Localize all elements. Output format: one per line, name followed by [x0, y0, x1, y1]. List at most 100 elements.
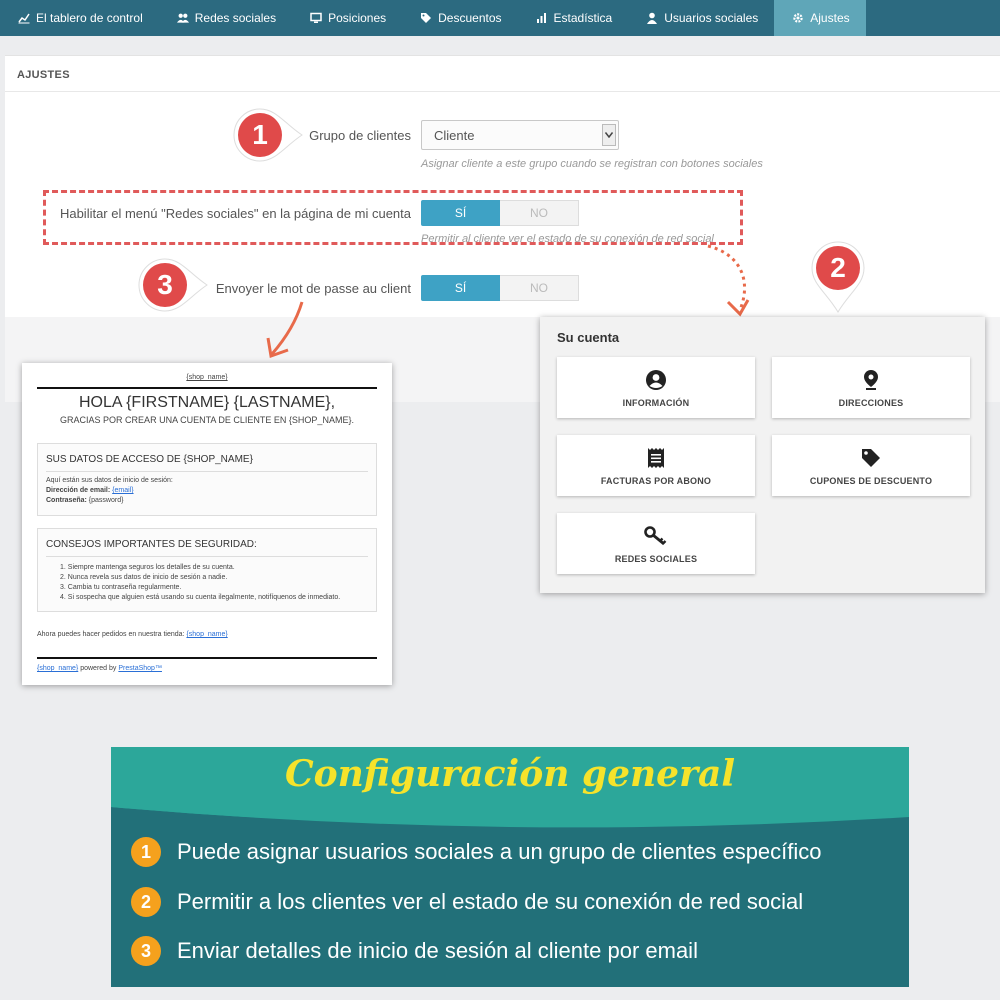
customer-group-label: Grupo de clientes [309, 128, 411, 143]
nav-label: Estadística [553, 11, 613, 25]
customer-group-select[interactable]: Cliente [421, 120, 619, 150]
nav-item-discounts[interactable]: Descuentos [402, 0, 517, 36]
gear-icon [792, 12, 804, 24]
chart-line-icon [18, 12, 30, 24]
order-line: Ahora puedes hacer pedidos en nuestra ti… [37, 631, 228, 638]
prestashop-link[interactable]: PrestaShop™ [118, 665, 162, 672]
tile-label: FACTURAS POR ABONO [600, 475, 712, 486]
nav-item-statistics[interactable]: Estadística [518, 0, 629, 36]
top-nav: El tablero de control Redes sociales Pos… [0, 0, 1000, 36]
badge-three-number: 3 [157, 269, 173, 300]
feature-banner: Configuración general 1 Puede asignar us… [111, 747, 909, 987]
customer-group-value: Cliente [434, 128, 475, 143]
nav-label: Descuentos [438, 11, 502, 25]
feature-item: 3 Enviar detalles de inicio de sesión al… [131, 936, 698, 966]
customer-group-help: Asignar cliente a este grupo cuando se r… [421, 158, 763, 170]
nav-label: Posiciones [328, 11, 387, 25]
nav-label: Redes sociales [194, 11, 277, 25]
feature-text: Permitir a los clientes ver el estado de… [177, 889, 804, 914]
security-tip: 4. Si sospecha que alguien está usando s… [60, 594, 341, 601]
password-line: Contraseña: {password} [46, 497, 123, 504]
feature-item: 1 Puede asignar usuarios sociales a un g… [131, 837, 822, 867]
email-bottom-rule [37, 657, 377, 659]
toggle-no[interactable]: NO [500, 200, 579, 226]
tile-label: INFORMACIÓN [622, 397, 690, 408]
email-security-box: CONSEJOS IMPORTANTES DE SEGURIDAD: 1. Si… [37, 528, 377, 612]
social-menu-toggle[interactable]: SÍ NO [421, 200, 579, 226]
nav-item-settings[interactable]: Ajustes [774, 0, 866, 36]
password-label: Contraseña: [46, 497, 87, 504]
banner-title: Configuración general [284, 753, 736, 795]
security-tip: 3. Cambia tu contraseña regularmente. [60, 584, 182, 591]
email-shop-link[interactable]: {shop_name} [22, 374, 392, 381]
security-tip: 1. Siempre mantenga seguros los detalles… [60, 564, 235, 571]
badge-two-number: 2 [830, 252, 846, 283]
email-preview: {shop_name} HOLA {FIRSTNAME} {LASTNAME},… [22, 363, 392, 685]
badge-two: 2 [810, 240, 866, 314]
feature-text: Enviar detalles de inicio de sesión al c… [177, 938, 698, 963]
nav-label: El tablero de control [36, 11, 143, 25]
feature-number: 3 [131, 936, 161, 966]
feature-item: 2 Permitir a los clientes ver el estado … [131, 887, 803, 917]
login-box-title: SUS DATOS DE ACCESO DE {SHOP_NAME} [46, 454, 253, 465]
tag-icon [420, 12, 432, 24]
toggle-yes[interactable]: SÍ [421, 275, 500, 301]
users-icon [176, 12, 189, 24]
toggle-no[interactable]: NO [500, 275, 579, 301]
key-icon [644, 524, 668, 548]
email-greeting: HOLA {FIRSTNAME} {LASTNAME}, [78, 394, 336, 411]
map-pin-icon [862, 368, 880, 392]
dotted-arrow-icon [707, 244, 750, 317]
tile-addresses[interactable]: DIRECCIONES [772, 357, 970, 418]
receipt-icon [647, 446, 665, 470]
powered-text: powered by [80, 665, 117, 672]
user-icon [646, 12, 658, 24]
tile-label: CUPONES DE DESCUENTO [809, 475, 933, 486]
nav-item-social-networks[interactable]: Redes sociales [159, 0, 292, 36]
security-box-title: CONSEJOS IMPORTANTES DE SEGURIDAD: [46, 539, 257, 550]
social-menu-label: Habilitar el menú "Redes sociales" en la… [59, 206, 411, 221]
email-label: Dirección de email: [46, 487, 111, 494]
email-login-box: SUS DATOS DE ACCESO DE {SHOP_NAME} Aquí … [37, 443, 377, 516]
powered-line: {shop_name} powered by PrestaShop™ [37, 665, 162, 672]
password-value: {password} [88, 497, 124, 504]
login-intro: Aquí están sus datos de inicio de sesión… [46, 477, 173, 484]
nav-item-social-users[interactable]: Usuarios sociales [628, 0, 774, 36]
monitor-icon [310, 12, 322, 24]
badge-one: 1 [232, 107, 304, 163]
tile-label: REDES SOCIALES [614, 553, 698, 564]
arrow-down-left-icon [266, 301, 304, 359]
feature-number: 2 [131, 887, 161, 917]
nav-item-dashboard[interactable]: El tablero de control [0, 0, 159, 36]
nav-label: Ajustes [810, 11, 850, 25]
order-text: Ahora puedes hacer pedidos en nuestra ti… [37, 631, 185, 638]
toggle-yes[interactable]: SÍ [421, 200, 500, 226]
user-circle-icon [645, 368, 667, 392]
banner-wave [111, 797, 909, 837]
badge-one-number: 1 [252, 119, 268, 150]
tile-credit-slips[interactable]: FACTURAS POR ABONO [557, 435, 755, 496]
email-top-rule [37, 387, 377, 389]
bar-chart-icon [536, 12, 548, 24]
feature-text: Puede asignar usuarios sociales a un gru… [177, 839, 822, 864]
tile-information[interactable]: INFORMACIÓN [557, 357, 755, 418]
email-value-link[interactable]: {email} [112, 487, 133, 494]
tile-social-networks[interactable]: REDES SOCIALES [557, 513, 755, 574]
tile-vouchers[interactable]: CUPONES DE DESCUENTO [772, 435, 970, 496]
email-line: Dirección de email: {email} [46, 487, 134, 494]
panel-header: AJUSTES [5, 56, 1000, 92]
send-password-toggle[interactable]: SÍ NO [421, 275, 579, 301]
account-title: Su cuenta [557, 330, 620, 345]
security-tip: 2. Nunca revela sus datos de inicio de s… [60, 574, 228, 581]
chevron-down-icon [602, 124, 616, 146]
tag-icon [860, 446, 882, 470]
email-subtitle: GRACIAS POR CREAR UNA CUENTA DE CLIENTE … [60, 415, 354, 425]
order-shop-link[interactable]: {shop_name} [186, 631, 227, 638]
powered-shop-link[interactable]: {shop_name} [37, 665, 78, 672]
feature-number: 1 [131, 837, 161, 867]
nav-label: Usuarios sociales [664, 11, 759, 25]
send-password-label: Envoyer le mot de passe au client [215, 281, 411, 296]
nav-item-positions[interactable]: Posiciones [292, 0, 402, 36]
tile-label: DIRECCIONES [838, 397, 904, 408]
panel-title: AJUSTES [17, 69, 70, 81]
